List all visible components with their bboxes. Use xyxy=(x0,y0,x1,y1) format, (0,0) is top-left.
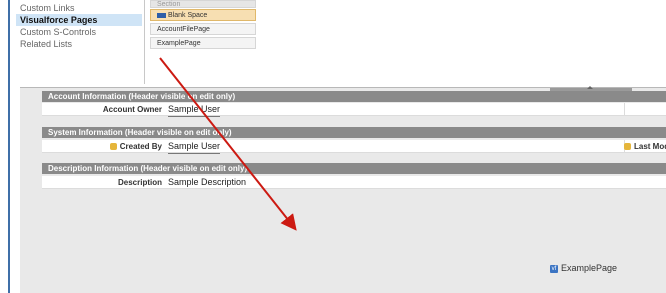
handle-arrow-icon xyxy=(587,86,593,89)
field-label: Created By xyxy=(109,140,162,153)
blank-space-icon xyxy=(157,12,166,18)
section-header-account-information[interactable]: Account Information (Header visible on e… xyxy=(42,91,666,102)
palette-category-custom-links[interactable]: Custom Links xyxy=(16,2,142,14)
palette-category-custom-s-controls[interactable]: Custom S-Controls xyxy=(16,26,142,38)
lock-icon xyxy=(109,143,117,151)
palette-category-related-lists[interactable]: Related Lists xyxy=(16,38,142,50)
field-value: Sample User xyxy=(168,103,221,117)
field-label: Description xyxy=(117,178,162,187)
field-value: Sample User xyxy=(168,140,221,154)
palette-category-list: Custom Links Visualforce Pages Custom S-… xyxy=(16,2,142,82)
palette-item-examplepage[interactable]: ExamplePage xyxy=(150,37,256,49)
visualforce-component-examplepage[interactable]: vf ExamplePage xyxy=(550,263,617,273)
field-row-created-by[interactable]: Created By Sample User Last Modified By xyxy=(42,140,666,154)
section-header-description-information[interactable]: Description Information (Header visible … xyxy=(42,163,666,174)
right-field-label: Last Modified By xyxy=(624,140,666,153)
palette-divider xyxy=(144,0,145,84)
section-header-system-information[interactable]: System Information (Header visible on ed… xyxy=(42,127,666,138)
palette-item-label: Blank Space xyxy=(168,12,208,19)
column-divider xyxy=(624,103,625,116)
field-row-account-owner[interactable]: Account Owner Sample User ( xyxy=(42,103,666,117)
field-label-text: Created By xyxy=(119,142,162,151)
field-label: Account Owner xyxy=(102,105,162,114)
field-value: Sample Description xyxy=(168,177,247,187)
right-field-label-text: Last Modified By xyxy=(634,142,666,151)
palette-items: Section Blank Space AccountFilePage Exam… xyxy=(150,0,256,62)
palette-item-accountfilepage[interactable]: AccountFilePage xyxy=(150,23,256,35)
palette-category-visualforce-pages[interactable]: Visualforce Pages xyxy=(16,14,142,26)
layout-editor-frame: Custom Links Visualforce Pages Custom S-… xyxy=(8,0,666,293)
palette-panel: Custom Links Visualforce Pages Custom S-… xyxy=(10,0,666,84)
field-row-description[interactable]: Description Sample Description xyxy=(42,176,666,189)
visualforce-icon: vf xyxy=(550,264,558,273)
lock-icon xyxy=(624,143,631,151)
palette-item-section[interactable]: Section xyxy=(150,0,256,8)
palette-item-blank-space[interactable]: Blank Space xyxy=(150,9,256,21)
component-label: ExamplePage xyxy=(561,263,618,273)
